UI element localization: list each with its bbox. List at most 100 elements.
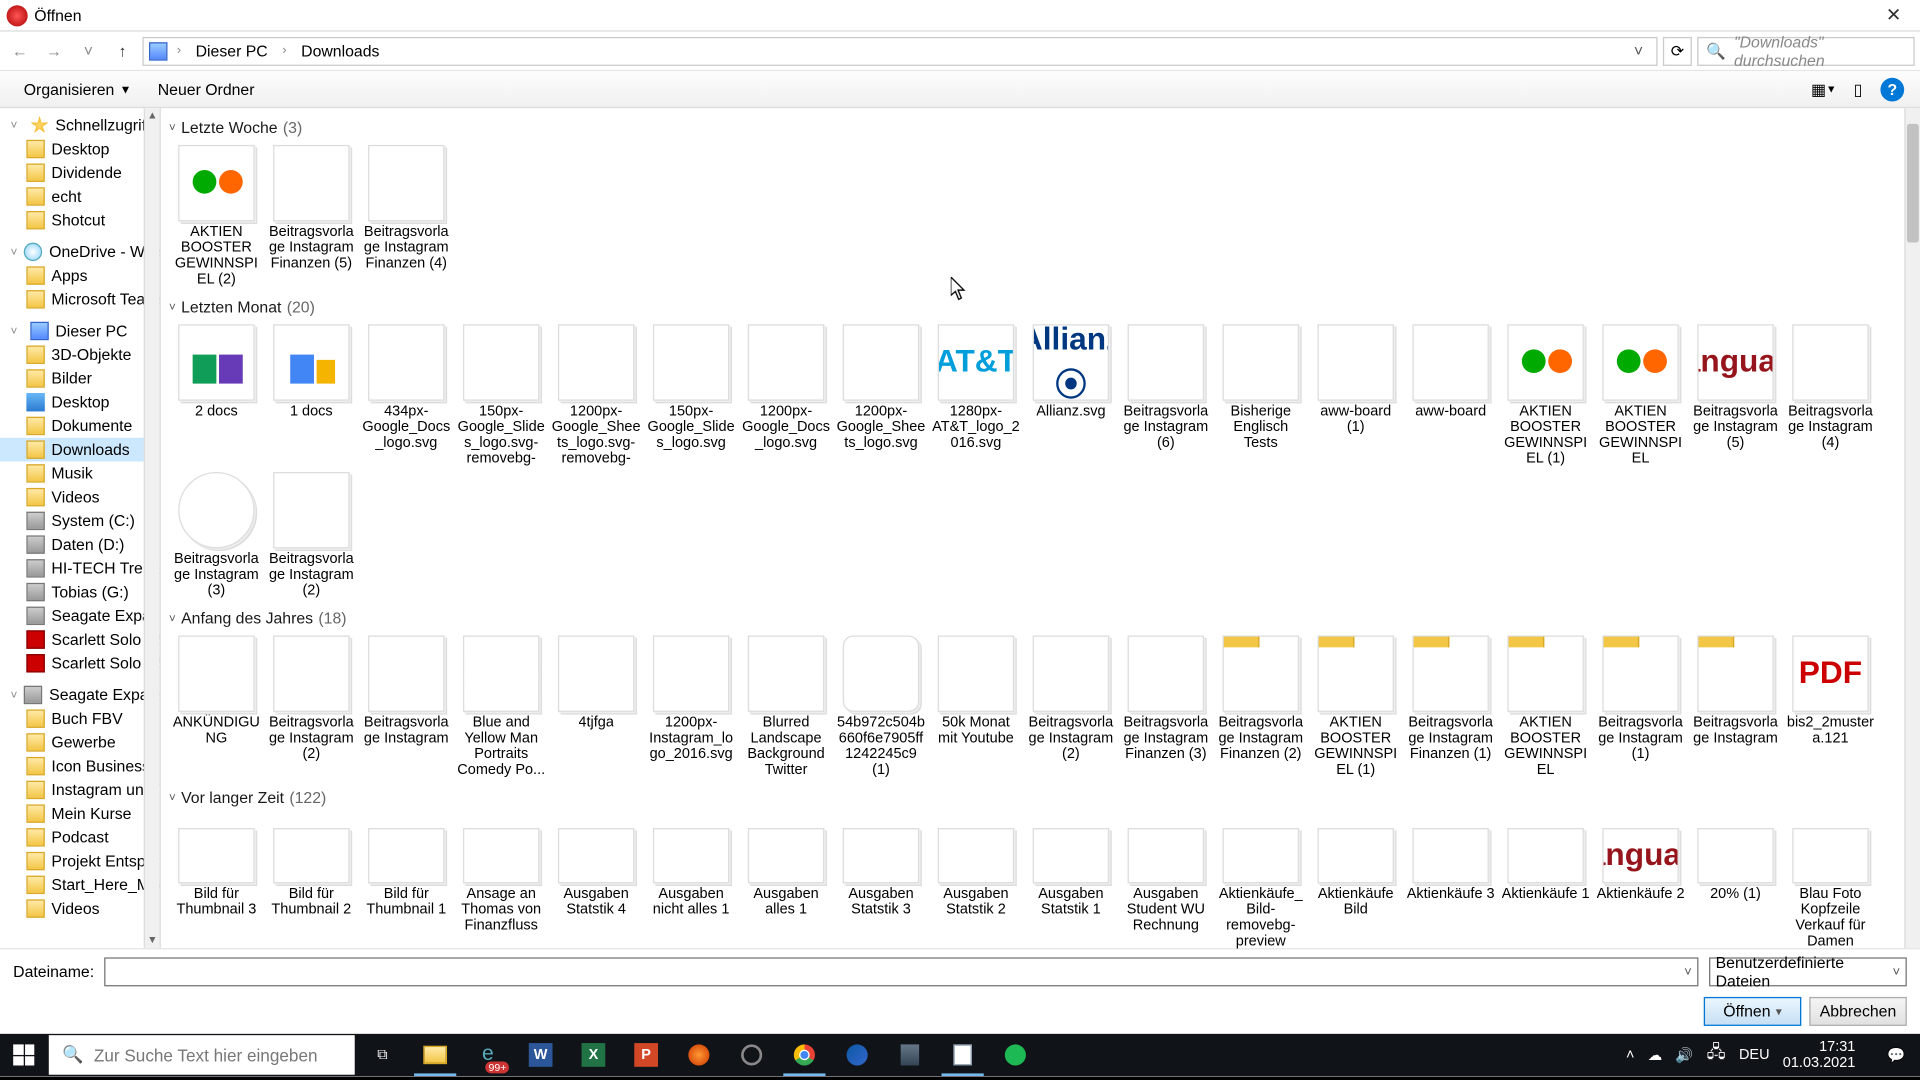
tray-chevron-icon[interactable]: ˄ <box>1626 1047 1634 1063</box>
sidebar-item-podcast[interactable]: Podcast <box>0 825 160 849</box>
file-item[interactable]: Ausgaben Statstik 4 <box>549 812 644 948</box>
taskbar-search[interactable]: 🔍 Zur Suche Text hier eingeben <box>49 1035 355 1075</box>
sidebar-item-seagate-expansion[interactable]: ˅Seagate Expansion <box>0 683 160 707</box>
file-item[interactable]: Ausgaben Statstik 3 <box>833 812 928 948</box>
file-item[interactable]: VanguardAktienkäufe 2 <box>1593 812 1688 948</box>
file-item[interactable]: 4tjfga <box>549 633 644 781</box>
close-button[interactable]: ✕ <box>1867 0 1920 31</box>
sidebar-item-bilder[interactable]: Bilder <box>0 367 160 391</box>
help-button[interactable]: ? <box>1878 75 1907 104</box>
spotify-icon[interactable] <box>989 1034 1042 1076</box>
group-header[interactable]: ˅Vor langer Zeit (122) <box>169 789 1910 807</box>
sidebar-item-schnellzugriff[interactable]: ˅Schnellzugriff <box>0 113 160 137</box>
sidebar-item-gewerbe[interactable]: Gewerbe <box>0 731 160 755</box>
file-item[interactable]: Beitragsvorlage Instagram (2) <box>1023 633 1118 781</box>
file-item[interactable]: Beitragsvorlage Instagram (2) <box>264 633 359 781</box>
sidebar-item-buch-fbv[interactable]: Buch FBV <box>0 707 160 731</box>
crumb-downloads[interactable]: Downloads <box>296 39 385 63</box>
file-item[interactable]: Beitragsvorlage Instagram Finanzen (5) <box>264 142 359 290</box>
file-item[interactable]: VanguardBeitragsvorlage Instagram (5) <box>1688 322 1783 470</box>
file-item[interactable]: 50k Monat mit Youtube <box>928 633 1023 781</box>
notepad-icon[interactable] <box>936 1034 989 1076</box>
tray-language[interactable]: DEU <box>1739 1047 1770 1063</box>
file-item[interactable]: BUSINESS NEWSBlue and Yellow Man Portrai… <box>454 633 549 781</box>
file-item[interactable]: Beitragsvorlage Instagram Finanzen (2) <box>1213 633 1308 781</box>
file-item[interactable]: 1 docs <box>264 322 359 470</box>
tray-volume-icon[interactable]: 🔊 <box>1675 1046 1693 1063</box>
file-item[interactable]: 150px-Google_Slides_logo.svg-removebg-pr… <box>454 322 549 470</box>
file-item[interactable]: Bisherige Englisch Tests <box>1213 322 1308 470</box>
open-button[interactable]: Öffnen▾ <box>1704 997 1802 1026</box>
file-item[interactable]: AKTIEN BOOSTER GEWINNSPIEL <box>1593 322 1688 470</box>
preview-pane-button[interactable]: ▯ <box>1844 75 1873 104</box>
file-item[interactable]: 54b972c504b660f6e7905ff1242245c9 (1) <box>833 633 928 781</box>
file-item[interactable]: AKTIEN BOOSTER GEWINNSPIEL (2) <box>169 142 264 290</box>
file-item[interactable]: Beitragsvorlage Instagram (1) <box>1593 633 1688 781</box>
sidebar-item-daten-d-[interactable]: Daten (D:) <box>0 533 160 557</box>
file-item[interactable]: Beitragsvorlage Instagram (3) <box>169 469 264 601</box>
file-item[interactable]: 434px-Google_Docs_logo.svg <box>359 322 454 470</box>
sidebar-item-onedrive-wirtsc[interactable]: ˅OneDrive - Wirtsc <box>0 240 160 264</box>
file-item[interactable]: Ausgaben Statstik 2 <box>928 812 1023 948</box>
tray-network-icon[interactable]: 🖧 <box>1707 1040 1726 1069</box>
powerpoint-icon[interactable]: P <box>620 1034 673 1076</box>
file-item[interactable]: Blau Foto Kopfzeile Verkauf für Damen Mo… <box>1783 812 1878 948</box>
forward-button[interactable]: → <box>40 36 69 65</box>
file-item[interactable]: AT&T1280px-AT&T_logo_2016.svg <box>928 322 1023 470</box>
address-dropdown[interactable]: ˅ <box>1626 42 1651 60</box>
file-item[interactable]: Beitragsvorlage Instagram Finanzen (3) <box>1118 633 1213 781</box>
group-header[interactable]: ˅Anfang des Jahres (18) <box>169 609 1910 627</box>
sidebar-item-desktop[interactable]: Desktop <box>0 137 160 161</box>
file-item[interactable]: Ausgaben Statstik 1 <box>1023 812 1118 948</box>
file-item[interactable]: Beitragsvorlage Instagram <box>1688 633 1783 781</box>
file-item[interactable]: Beitragsvorlage Instagram Finanzen (4) <box>359 142 454 290</box>
group-header[interactable]: ˅Letzten Monat (20) <box>169 298 1910 316</box>
sidebar-item-scarlett-solo-usb[interactable]: Scarlett Solo USB <box>0 628 160 652</box>
file-item[interactable]: Beitragsvorlage Instagram (6) <box>1118 322 1213 470</box>
file-item[interactable]: AKTIEN BOOSTER GEWINNSPIEL (1) <box>1498 322 1593 470</box>
sidebar-item-hi-tech-treiber[interactable]: HI-TECH Treiber <box>0 556 160 580</box>
file-item[interactable]: PDFbis2_2mustera.121 <box>1783 633 1878 781</box>
sidebar-item-mein-kurse[interactable]: Mein Kurse <box>0 802 160 826</box>
sidebar-item-videos[interactable]: Videos <box>0 485 160 509</box>
sidebar-item-shotcut[interactable]: Shotcut <box>0 208 160 232</box>
sidebar-item-videos[interactable]: Videos <box>0 897 160 921</box>
back-button[interactable]: ← <box>5 36 34 65</box>
group-header[interactable]: ˅Letzte Woche (3) <box>169 119 1910 137</box>
chevron-right-icon[interactable]: › <box>278 44 290 59</box>
sidebar-scrollbar[interactable]: ▲▼ <box>144 108 160 948</box>
file-item[interactable]: aww-board (1) <box>1308 322 1403 470</box>
file-item[interactable]: Aktienkäufe 3 <box>1403 812 1498 948</box>
file-item[interactable]: Bild für Thumbnail 2 <box>264 812 359 948</box>
sidebar-item-microsoft-teams[interactable]: Microsoft Teams <box>0 287 160 311</box>
crumb-pc[interactable]: Dieser PC <box>190 39 273 63</box>
notification-center-icon[interactable]: 💬 <box>1873 1034 1920 1076</box>
file-item[interactable]: ANKÜNDIGUNG <box>169 633 264 781</box>
tray-onedrive-icon[interactable]: ☁ <box>1648 1046 1663 1063</box>
sidebar-item-apps[interactable]: Apps <box>0 264 160 288</box>
file-item[interactable]: 2 docs <box>169 322 264 470</box>
edge-icon[interactable] <box>831 1034 884 1076</box>
sidebar-item-dieser-pc[interactable]: ˅Dieser PC <box>0 319 160 343</box>
task-view-icon[interactable]: ⧉ <box>356 1034 409 1076</box>
file-item[interactable]: AKTIEN BOOSTER GEWINNSPIEL (1) <box>1308 633 1403 781</box>
sidebar-item-scarlett-solo-usb[interactable]: Scarlett Solo USB <box>0 651 160 675</box>
sidebar-item-start-here-mac-[interactable]: Start_Here_Mac. <box>0 873 160 897</box>
file-item[interactable]: 1200px-Google_Sheets_logo.svg <box>833 322 928 470</box>
chevron-right-icon[interactable]: › <box>173 44 185 59</box>
file-item[interactable]: Bild für Thumbnail 3 <box>169 812 264 948</box>
file-item[interactable]: 1200px-Google_Sheets_logo.svg-removebg-p… <box>549 322 644 470</box>
file-item[interactable]: Ausgaben alles 1 <box>738 812 833 948</box>
up-button[interactable]: ↑ <box>108 36 137 65</box>
breadcrumb[interactable]: › Dieser PC › Downloads ˅ <box>142 36 1657 65</box>
refresh-button[interactable]: ⟳ <box>1663 36 1692 65</box>
app-icon-2[interactable] <box>884 1034 937 1076</box>
file-item[interactable]: 20%20% (1) <box>1688 812 1783 948</box>
file-item[interactable]: Beitragsvorlage Instagram (4) <box>1783 322 1878 470</box>
file-item[interactable]: aww-board <box>1403 322 1498 470</box>
file-item[interactable]: Aktienkäufe_Bild-removebg-preview <box>1213 812 1308 948</box>
file-item[interactable]: Aktienkäufe 1 <box>1498 812 1593 948</box>
word-icon[interactable]: W <box>514 1034 567 1076</box>
sidebar-item-downloads[interactable]: Downloads <box>0 438 160 462</box>
file-item[interactable]: Aktienkäufe Bild <box>1308 812 1403 948</box>
